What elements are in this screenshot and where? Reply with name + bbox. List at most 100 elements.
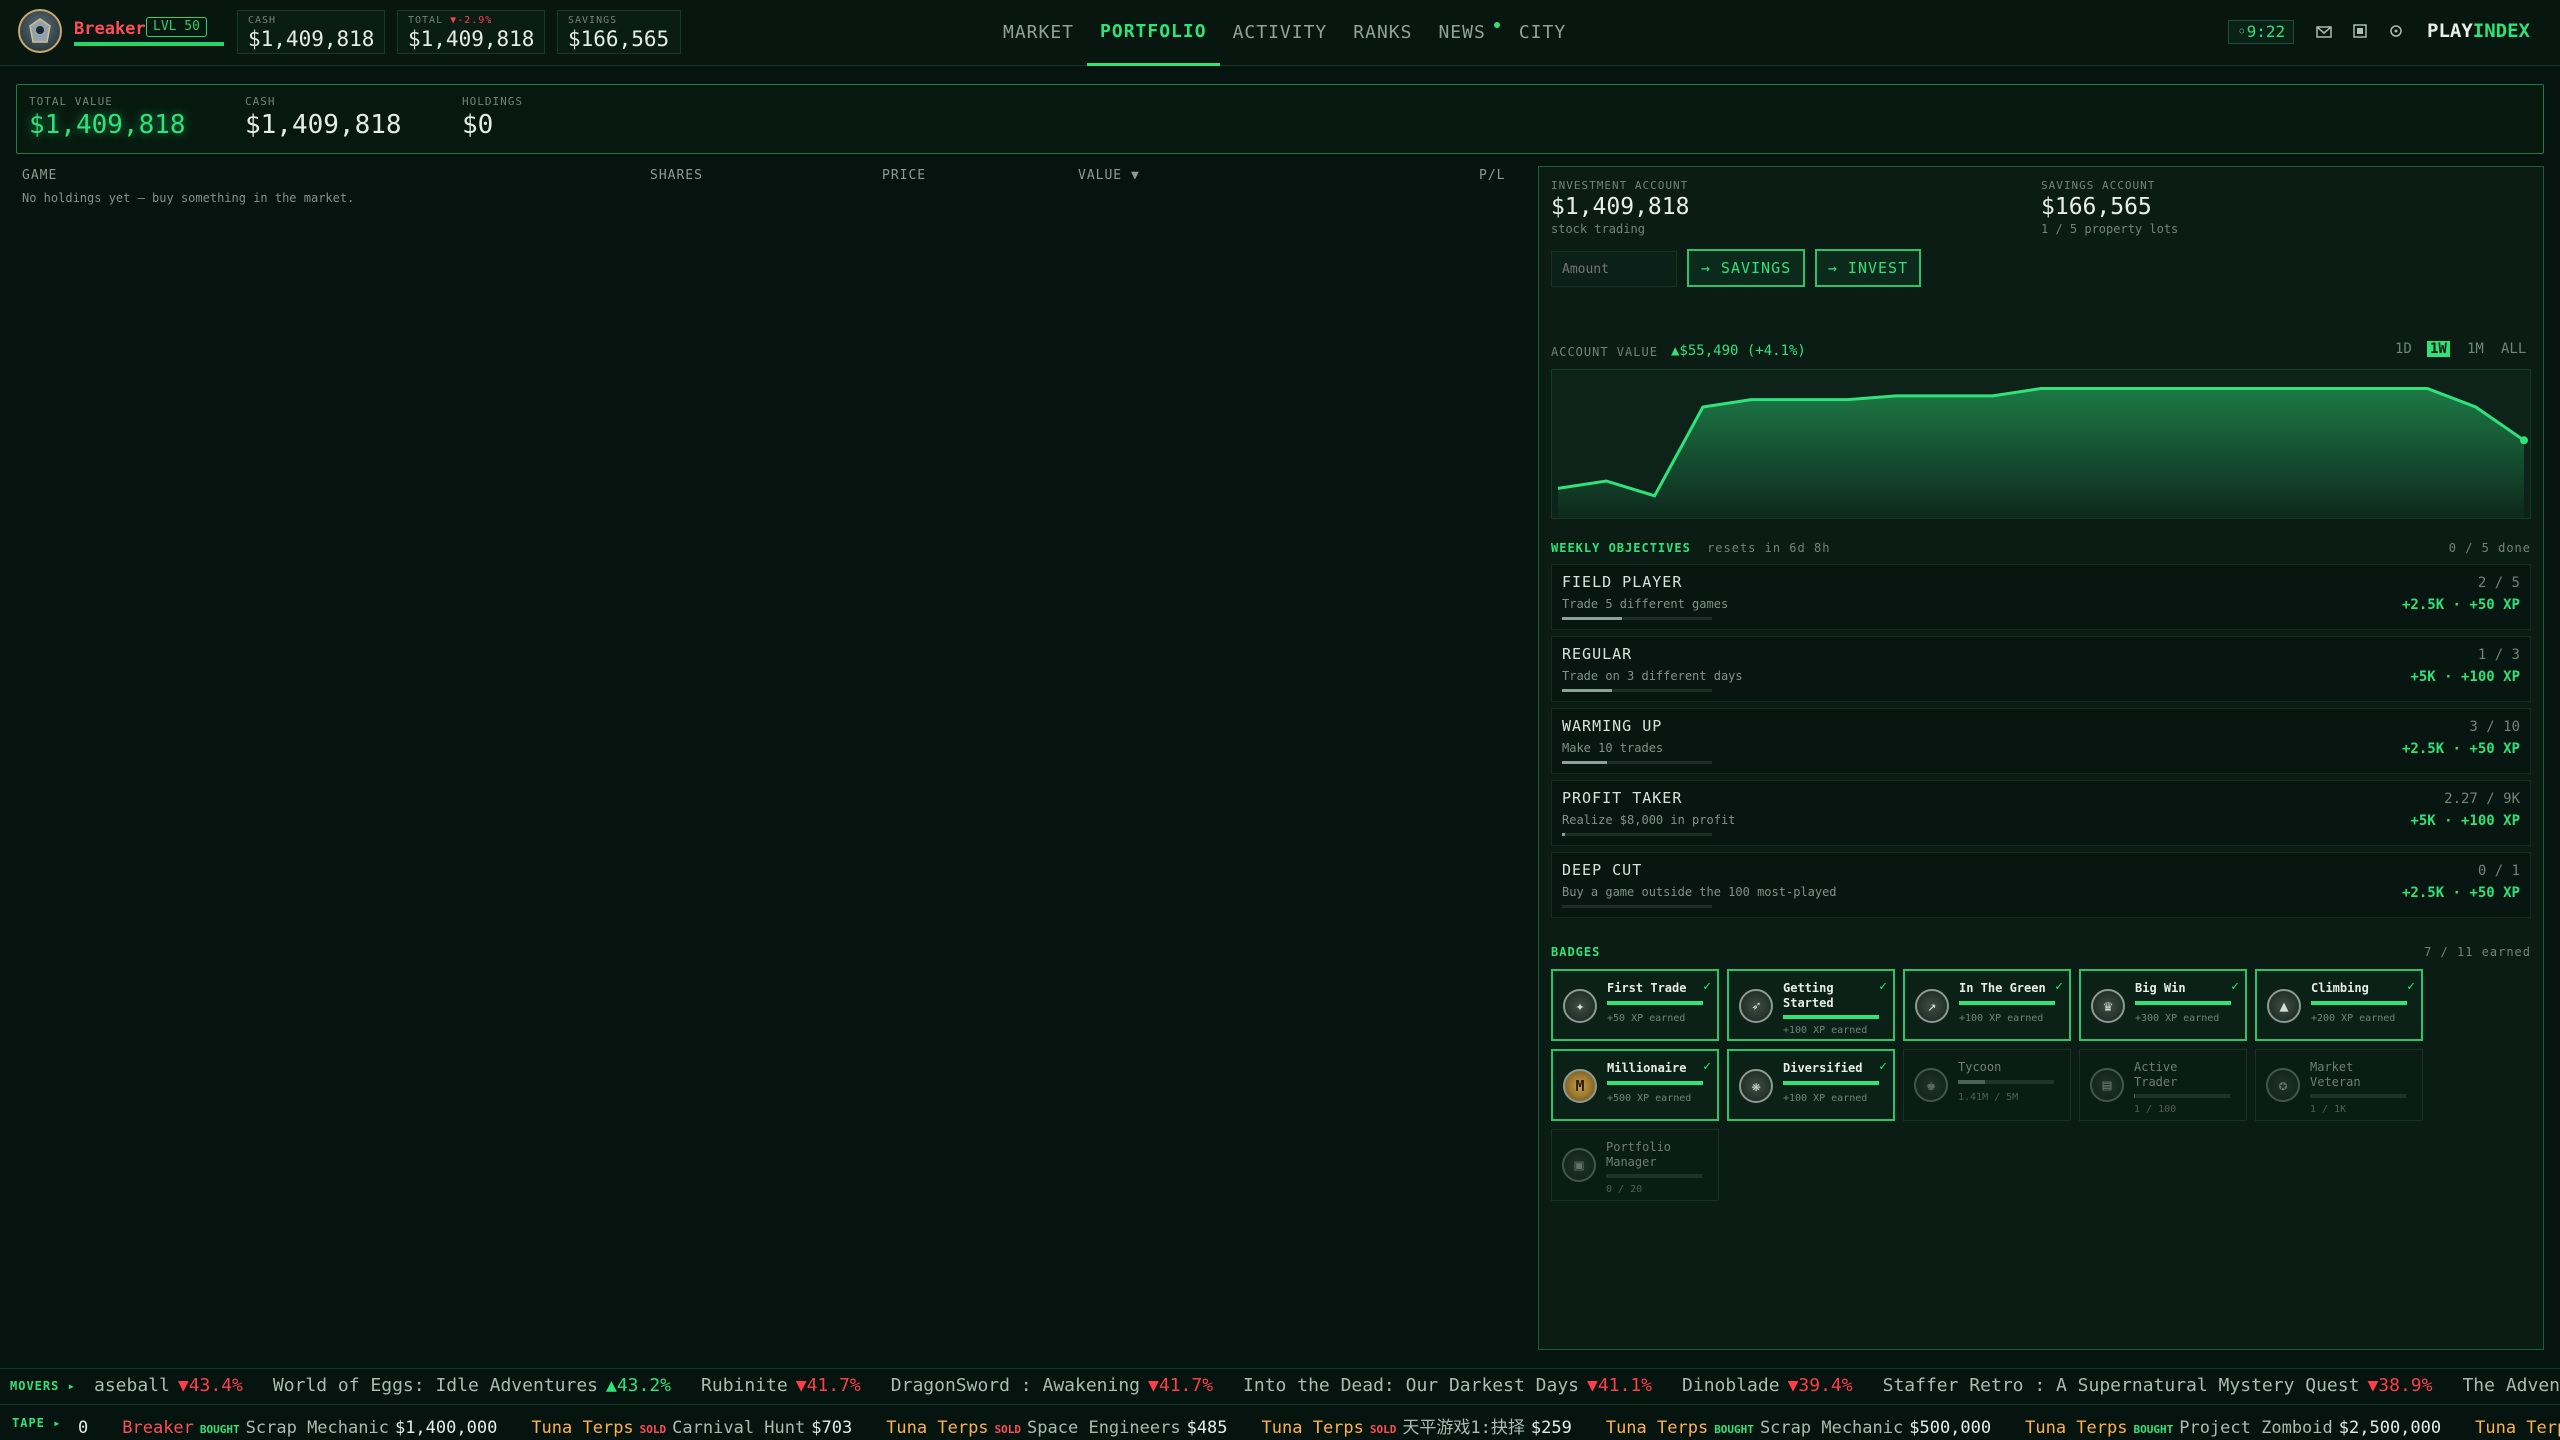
movers-track: aseball ▼43.4% World of Eggs: Idle Adventu…: [94, 1375, 2560, 1396]
range-all[interactable]: ALL: [2501, 341, 2526, 357]
objective-item[interactable]: FIELD PLAYER Trade 5 different games 2 / 5…: [1551, 564, 2531, 630]
header-savings-label: SAVINGS: [568, 15, 618, 26]
badge-sub: +50 XP earned: [1607, 1013, 1686, 1024]
badge-progress-bar: [2311, 1001, 2407, 1005]
badge-crown[interactable]: ♚ Tycoon 1.41M / 5M: [1903, 1049, 2071, 1121]
mover-name: Rubinite: [701, 1375, 788, 1396]
top-bar: Breaker LVL 50 CASH $1,409,818 TOTAL ▼-2…: [0, 0, 2560, 66]
mail-icon[interactable]: [2313, 22, 2335, 44]
objective-item[interactable]: REGULAR Trade on 3 different days 1 / 3 +5K…: [1551, 636, 2531, 702]
tab-ranks[interactable]: RANKS: [1340, 0, 1425, 66]
xp-bar-fill: [74, 42, 224, 46]
badge-progress-bar: [2310, 1094, 2406, 1098]
chart-icon: ▤: [2090, 1068, 2124, 1102]
mover-item[interactable]: Staffer Retro : A Supernatural Mystery Q…: [1883, 1375, 2433, 1396]
objective-name: FIELD PLAYER: [1562, 573, 1683, 591]
mover-item[interactable]: Rubinite ▼41.7%: [701, 1375, 861, 1396]
objective-desc: Trade on 3 different days: [1562, 669, 1743, 683]
objective-item[interactable]: DEEP CUT Buy a game outside the 100 most-…: [1551, 852, 2531, 918]
brand-logo[interactable]: PLAYINDEX: [2427, 20, 2530, 42]
summary-holdings: HOLDINGS $0: [462, 95, 523, 140]
badge-rocket[interactable]: ➶ Getting Started +100 XP earned ✓: [1727, 969, 1895, 1041]
badge-chart[interactable]: ▤ Active Trader 1 / 100: [2079, 1049, 2247, 1121]
col-pl[interactable]: P/L: [1479, 168, 1505, 183]
accounts-panel: INVESTMENT ACCOUNT $1,409,818 stock trad…: [1538, 166, 2544, 1350]
col-price[interactable]: PRICE: [882, 168, 926, 183]
tape-game: Scrap Mechanic: [1759, 1418, 1904, 1438]
tab-city[interactable]: CITY: [1506, 0, 1579, 66]
to-savings-button[interactable]: → SAVINGS: [1687, 249, 1805, 287]
range-1d[interactable]: 1D: [2395, 341, 2412, 357]
badge-handshake[interactable]: ✦ First Trade +50 XP earned ✓: [1551, 969, 1719, 1041]
tape-item[interactable]: Tuna TerpsBOUGHTLimbus C: [2475, 1418, 2560, 1438]
objective-progress: 2 / 5: [2477, 575, 2520, 591]
avatar[interactable]: [18, 9, 62, 53]
tape-game: Project Zomboid: [2179, 1418, 2333, 1438]
user-profile[interactable]: Breaker LVL 50: [18, 9, 224, 53]
range-1w[interactable]: 1W: [2427, 341, 2450, 357]
trend-icon: ↗: [1915, 989, 1949, 1023]
settings-icon[interactable]: [2385, 22, 2407, 44]
amount-input[interactable]: [1551, 251, 1677, 287]
tape-item[interactable]: Tuna Terps SOLD Carnival Hunt $703: [531, 1418, 852, 1438]
summary-total-value: $1,409,818: [29, 110, 186, 140]
badge-trophy[interactable]: ♛ Big Win +300 XP earned ✓: [2079, 969, 2247, 1041]
badge-briefcase[interactable]: ▣ Portfolio Manager 0 / 20: [1551, 1129, 1719, 1201]
header-total-label-text: TOTAL: [408, 15, 444, 26]
range-1m[interactable]: 1M: [2467, 341, 2484, 357]
mover-name: DragonSword : Awakening: [890, 1375, 1141, 1396]
tape-game: Space Engineers: [1027, 1418, 1181, 1438]
mover-item[interactable]: aseball ▼43.4%: [94, 1375, 243, 1396]
tape-trader: Tuna Terps: [886, 1418, 989, 1438]
mountain-icon: ▲: [2267, 989, 2301, 1023]
col-value[interactable]: VALUE ▼: [1078, 168, 1140, 183]
invest-button[interactable]: → INVEST: [1815, 249, 1921, 287]
tape-item[interactable]: Tuna Terps BOUGHT Scrap Mechanic $500,000: [1606, 1418, 1991, 1438]
badge-medal[interactable]: ✪ Market Veteran 1 / 1K: [2255, 1049, 2423, 1121]
mover-item[interactable]: The Adventures of Elliot: [2462, 1375, 2560, 1396]
tape-item[interactable]: Tuna Terps SOLD 天平游戏1:抉择 $259: [1262, 1418, 1572, 1438]
header-total-stat: TOTAL ▼-2.9% $1,409,818: [397, 10, 545, 54]
mover-item[interactable]: Into the Dead: Our Darkest Days ▼41.1%: [1243, 1375, 1652, 1396]
mover-change: ▼43.4%: [177, 1375, 243, 1396]
badge-progress-bar: [1607, 1001, 1703, 1005]
tape-item[interactable]: Tuna Terps BOUGHT Project Zomboid $2,500,00…: [2025, 1418, 2441, 1438]
summary-holdings-value: $0: [462, 110, 494, 140]
account-value-label: ACCOUNT VALUE: [1551, 345, 1658, 359]
tape-amount: $2,500,000: [2338, 1418, 2442, 1438]
objective-reward: +2.5K · +50 XP: [2401, 885, 2520, 901]
tape-item[interactable]: Tuna Terps SOLD Space Engineers $485: [886, 1418, 1227, 1438]
objective-reward: +5K · +100 XP: [2410, 669, 2520, 685]
mover-change: ▼41.7%: [795, 1375, 861, 1396]
tab-portfolio[interactable]: PORTFOLIO: [1087, 0, 1220, 66]
badge-name: Climbing: [2311, 981, 2369, 995]
badge-progress-bar: [2134, 1094, 2230, 1098]
calendar-icon[interactable]: [2349, 22, 2371, 44]
badge-leaf[interactable]: ❋ Diversified +100 XP earned ✓: [1727, 1049, 1895, 1121]
badge-trend[interactable]: ↗ In The Green +100 XP earned ✓: [1903, 969, 2071, 1041]
mover-item[interactable]: Dinoblade ▼39.4%: [1682, 1375, 1853, 1396]
mover-item[interactable]: World of Eggs: Idle Adventures ▲43.2%: [273, 1375, 671, 1396]
header-total-change: ▼-2.9%: [450, 15, 493, 26]
objective-item[interactable]: WARMING UP Make 10 trades 3 / 10 +2.5K · +5…: [1551, 708, 2531, 774]
avatar-emblem-icon: [29, 18, 51, 43]
objective-desc: Trade 5 different games: [1562, 597, 1729, 611]
tape-item[interactable]: Breaker BOUGHT Scrap Mechanic $1,400,000: [122, 1418, 497, 1438]
tab-market[interactable]: MARKET: [990, 0, 1087, 66]
badge-progress-bar: [1607, 1081, 1703, 1085]
col-shares[interactable]: SHARES: [650, 168, 703, 183]
tab-news[interactable]: NEWS: [1425, 0, 1505, 66]
badge-million[interactable]: M Millionaire +500 XP earned ✓: [1551, 1049, 1719, 1121]
col-game[interactable]: GAME: [22, 168, 57, 183]
investment-sub: stock trading: [1551, 222, 1645, 236]
objectives-list: FIELD PLAYER Trade 5 different games 2 / 5…: [1551, 564, 2531, 924]
account-value-chart: [1551, 369, 2531, 519]
objective-item[interactable]: PROFIT TAKER Realize $8,000 in profit 2.27…: [1551, 780, 2531, 846]
mover-item[interactable]: DragonSword : Awakening ▼41.7%: [891, 1375, 1213, 1396]
badge-mountain[interactable]: ▲ Climbing +200 XP earned ✓: [2255, 969, 2423, 1041]
badge-progress-fill: [2311, 1001, 2407, 1005]
badge-name: In The Green: [1959, 981, 2046, 995]
objective-name: DEEP CUT: [1562, 861, 1643, 879]
tab-news-label: NEWS: [1438, 22, 1486, 43]
tab-activity[interactable]: ACTIVITY: [1220, 0, 1341, 66]
